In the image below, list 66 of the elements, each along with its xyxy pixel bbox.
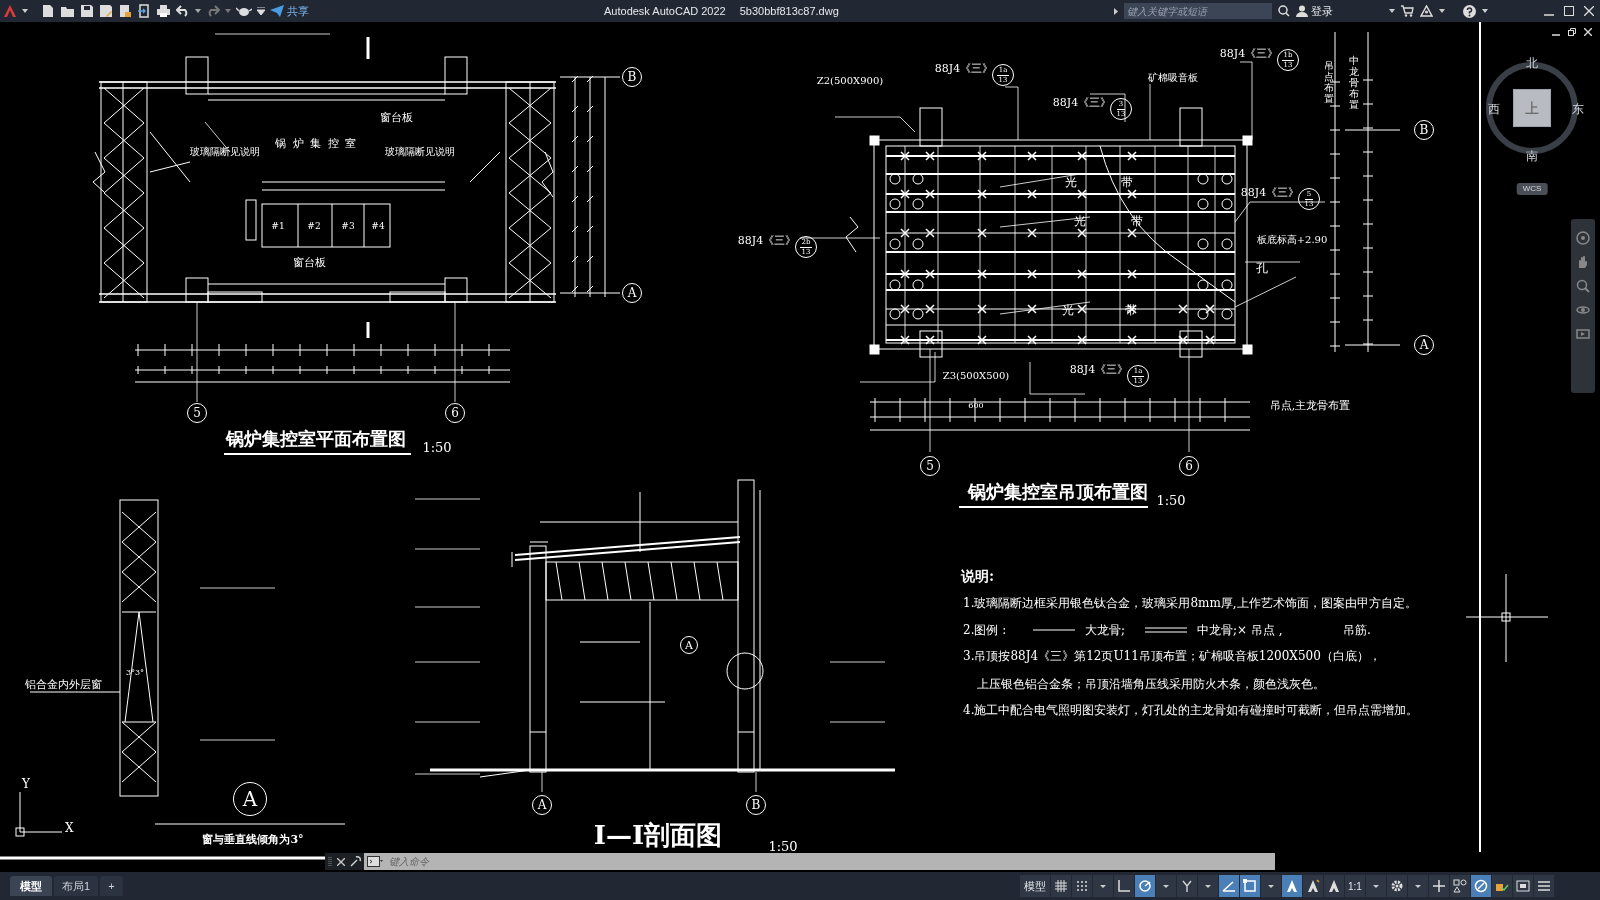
notes-heading: 说明: <box>961 569 995 583</box>
drawing-title: 锅炉集控室平面布置图 <box>226 430 406 448</box>
login-button[interactable]: 登录 <box>1311 2 1333 20</box>
note-text: 2.图例 : <box>963 624 1007 636</box>
axis-label: Y <box>22 778 30 790</box>
legend-label: 吊筋. <box>1343 624 1371 636</box>
drawing-label: 光 <box>1065 176 1077 188</box>
compass-label[interactable]: 北 <box>1526 57 1538 69</box>
reference-label: 88J4《三》 <box>737 234 797 246</box>
layout-tab[interactable]: 布局1 <box>54 876 99 896</box>
drawing-label: #3 <box>341 221 355 231</box>
axis-label: X <box>65 822 74 834</box>
drawing-label: 吊点,主龙骨布置 <box>1269 399 1351 411</box>
drawing-label: 3°3° <box>125 669 145 677</box>
share-button[interactable]: 共享 <box>287 2 309 20</box>
search-field[interactable]: 键入关键字或短语 <box>1124 3 1272 19</box>
drawing-label: Z2(500X900) <box>816 76 884 86</box>
note-text: 1.玻璃隔断边框采用银色钛合金，玻璃采用8mm厚,上作艺术饰面，图案由甲方自定。 <box>963 597 1417 609</box>
reference-label: 88J4《三》 <box>1219 47 1279 59</box>
reference-label: 88J4《三》 <box>1069 363 1129 375</box>
vertical-label: 中龙骨布置 <box>1349 54 1359 110</box>
drawing-label: 1:50 <box>768 839 798 853</box>
drawing-label: 1:50 <box>422 440 452 454</box>
drawing-label: #1 <box>271 221 285 231</box>
compass-label[interactable]: 东 <box>1572 103 1584 115</box>
drawing-label: 1:50 <box>1156 493 1186 507</box>
drawing-label: #4 <box>371 221 385 231</box>
reference-label: 88J4《三》 <box>934 62 994 74</box>
drawing-label: 带 <box>1131 215 1143 227</box>
drawing-label: 板底标高+2.90 <box>1256 235 1328 245</box>
legend-label: 中龙骨;× 吊点 , <box>1197 624 1283 636</box>
drawing-label: 带 <box>1121 176 1133 188</box>
model-space-button[interactable]: 模型 <box>1020 875 1050 897</box>
note-text: 4.施工中配合电气照明图安装灯，灯孔处的主龙骨如有碰撞时可截断，但吊点需增加。 <box>963 704 1419 716</box>
note-text: 上压银色铝合金条；吊顶沿墙角压线采用防火木条，颜色浅灰色。 <box>977 678 1325 690</box>
drawing-label: 光 <box>1074 215 1086 227</box>
view-cube-face[interactable]: 上 <box>1513 89 1551 127</box>
drawing-label: 窗台板 <box>292 256 326 268</box>
drawing-label: #2 <box>307 221 321 231</box>
reference-label: 88J4《三》 <box>1240 186 1300 198</box>
note-text: 3.吊顶按88J4《三》第12页U11吊顶布置；矿棉吸音板1200X500（白底）， <box>963 650 1381 662</box>
drawing-title: 窗与垂直线倾角为3° <box>202 833 304 845</box>
compass-label[interactable]: 西 <box>1488 103 1500 115</box>
reference-label: 88J4《三》 <box>1052 96 1112 108</box>
layout-tab[interactable]: 模型 <box>10 876 52 896</box>
drawing-label: 矿棉吸音板 <box>1148 73 1198 83</box>
layout-tab[interactable]: + <box>100 876 123 896</box>
file-name: 5b30bbf813c87.dwg <box>739 3 839 19</box>
drawing-label: 锅炉集控室 <box>275 137 363 149</box>
drawing-label: 铝合金内外层窗 <box>24 678 102 690</box>
window-title: Autodesk AutoCAD 2022 <box>604 3 726 19</box>
drawing-title: 锅炉集控室吊顶布置图 <box>968 483 1148 501</box>
vertical-label: 吊点布置 <box>1324 60 1334 104</box>
drawing-label: 600 <box>968 402 984 410</box>
annotation-scale-button[interactable]: 1:1 <box>1345 875 1365 897</box>
drawing-label: 玻璃隔断见说明 <box>190 147 260 157</box>
drawing-label: 窗台板 <box>379 111 413 123</box>
drawing-title: I—I剖面图 <box>593 822 723 848</box>
drawing-label: Z3(500X500) <box>942 371 1010 381</box>
legend-label: 大龙骨; <box>1085 624 1126 636</box>
command-input[interactable]: 键入命令 <box>386 853 1275 870</box>
drawing-label: 孔 <box>1256 262 1268 274</box>
drawing-label: 玻璃隔断见说明 <box>385 147 455 157</box>
compass-label[interactable]: 南 <box>1526 150 1538 162</box>
ucs-menu-button[interactable]: WCS <box>1516 183 1548 195</box>
drawing-label: 光 <box>1062 304 1074 316</box>
